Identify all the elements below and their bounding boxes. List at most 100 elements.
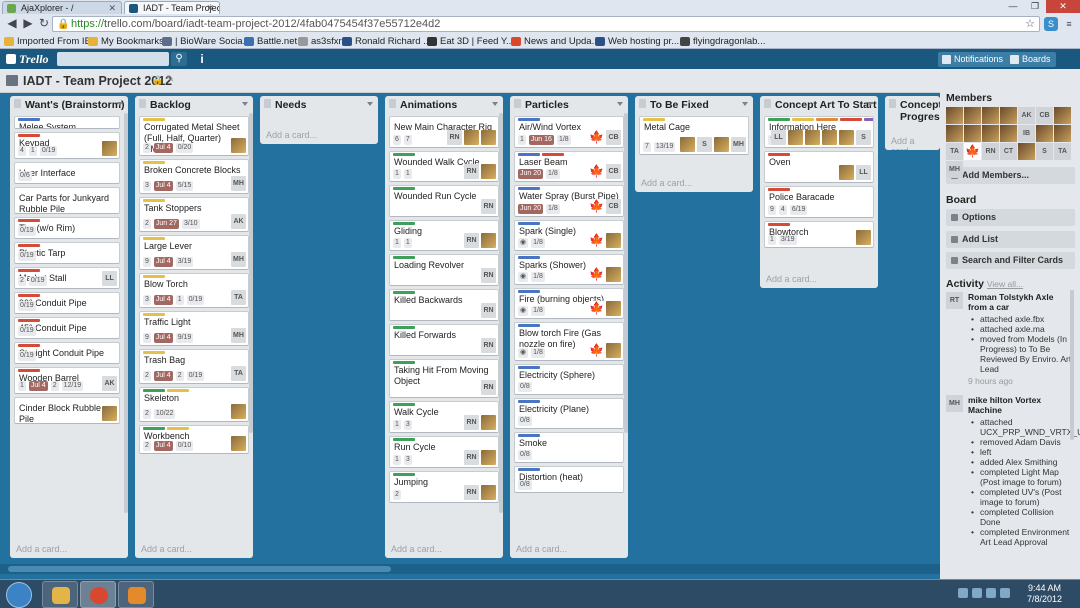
member-initials[interactable]: RN: [481, 338, 496, 353]
member-initials[interactable]: RN: [464, 233, 479, 248]
drag-handle-icon[interactable]: [639, 99, 646, 108]
list-scrollbar[interactable]: [249, 113, 253, 433]
bookmark-item[interactable]: News and Upda...: [511, 34, 600, 49]
member-initials[interactable]: RN: [464, 485, 479, 500]
skype-extension-icon[interactable]: S: [1044, 17, 1058, 31]
list-scrollbar[interactable]: [499, 113, 503, 513]
bookmark-star-icon[interactable]: ☆: [1025, 17, 1035, 31]
member-avatar[interactable]: [481, 164, 496, 179]
member-initials[interactable]: TA: [231, 290, 246, 305]
card[interactable]: Walk Cycle 1 3 RN: [389, 401, 499, 433]
media-taskbar-button[interactable]: [118, 581, 154, 608]
card[interactable]: Information Here✎LLS: [764, 116, 874, 148]
member-avatar[interactable]: [231, 404, 246, 419]
member-initials[interactable]: RN: [464, 164, 479, 179]
member-avatar[interactable]: [946, 125, 963, 142]
member-avatar[interactable]: [606, 301, 621, 316]
member-avatar[interactable]: [481, 485, 496, 500]
list-menu-icon[interactable]: [867, 102, 873, 106]
card[interactable]: Gliding 1 1 RN: [389, 220, 499, 251]
member-initials[interactable]: AK: [102, 376, 117, 391]
member-avatar[interactable]: [606, 343, 621, 358]
card[interactable]: Wounded Run Cycle RN: [389, 185, 499, 217]
close-tab-icon[interactable]: ✕: [206, 2, 214, 14]
member-initials[interactable]: RN: [481, 268, 496, 283]
minimize-icon[interactable]: —: [1002, 0, 1024, 13]
activity-avatar[interactable]: MH: [946, 395, 963, 412]
canada-flag-avatar[interactable]: 🍁: [589, 233, 604, 248]
member-avatar[interactable]: [231, 436, 246, 451]
list-header[interactable]: Concept Progress: [885, 96, 940, 123]
card[interactable]: Workbench 2 Jul 4 0/10: [139, 425, 249, 454]
view-all-link[interactable]: View all...: [987, 279, 1023, 289]
list-menu-icon[interactable]: [742, 102, 748, 106]
member-avatar[interactable]: [1000, 125, 1017, 142]
card[interactable]: Tire (w/o Rim) 0/19: [14, 217, 120, 239]
member-initials[interactable]: CB: [606, 199, 621, 214]
bookmark-item[interactable]: Eat 3D | Feed Y...: [427, 34, 514, 49]
bookmark-item[interactable]: Imported From IE: [4, 34, 91, 49]
canada-flag-avatar[interactable]: 🍁: [589, 301, 604, 316]
card[interactable]: Blow Torch 3 Jul 4 1 0/19 TA: [139, 273, 249, 308]
member-avatar[interactable]: [464, 130, 479, 145]
card[interactable]: Run Cycle 1 3 RN: [389, 436, 499, 468]
card[interactable]: Cinder Block Rubble Pile: [14, 397, 120, 424]
scrollbar-thumb[interactable]: [8, 566, 391, 572]
canada-flag-avatar[interactable]: 🍁: [589, 164, 604, 179]
member-avatar[interactable]: [102, 141, 117, 156]
card[interactable]: Keypad 4 1 0/19: [14, 132, 120, 159]
add-card-link[interactable]: Add a card...: [766, 274, 817, 284]
member-initials[interactable]: RN: [447, 130, 462, 145]
sidebar-scrollbar[interactable]: [1070, 290, 1074, 440]
card[interactable]: Blowtorch 1 3/19: [764, 221, 874, 248]
member-initials[interactable]: TA: [946, 143, 963, 160]
member-avatar[interactable]: [822, 130, 837, 145]
member-initials[interactable]: AK: [1018, 107, 1035, 124]
bookmark-item[interactable]: Battle.net: [244, 34, 297, 49]
close-tab-icon[interactable]: ✕: [108, 2, 116, 14]
list-scrollbar[interactable]: [124, 113, 128, 513]
card[interactable]: Skeleton 2 10/22: [139, 387, 249, 422]
member-avatar[interactable]: [964, 125, 981, 142]
member-initials[interactable]: RN: [481, 303, 496, 318]
add-members-button[interactable]: Add Members...: [946, 167, 1075, 184]
card[interactable]: Car Parts for Junkyard Rubble Pile: [14, 187, 120, 214]
card[interactable]: Wooden Barrel 1 Jul 4 2 12/19 AK: [14, 367, 120, 394]
board-title[interactable]: IADT - Team Project 2012: [23, 74, 172, 88]
options-button[interactable]: Options: [946, 209, 1075, 226]
activity-summary[interactable]: mike hilton Vortex Machine: [968, 395, 1072, 415]
list-header[interactable]: Backlog: [135, 96, 253, 112]
card[interactable]: Laser Beam Jun 20 1/8 🍁 CB: [514, 151, 624, 182]
member-avatar[interactable]: [982, 107, 999, 124]
member-avatar[interactable]: [680, 137, 695, 152]
bookmark-item[interactable]: Ronald Richard ...: [342, 34, 431, 49]
card[interactable]: Wounded Walk Cycle 1 1 RN: [389, 151, 499, 182]
card[interactable]: Metal Cage 7 13/19 S MH: [639, 116, 749, 155]
card[interactable]: 90° Conduit Pipe 0/19: [14, 292, 120, 314]
card[interactable]: Electricity (Sphere) 0/8: [514, 364, 624, 395]
add-card-link[interactable]: Add a card...: [141, 544, 192, 554]
explorer-taskbar-button[interactable]: [42, 581, 78, 608]
reload-icon[interactable]: ↻: [36, 16, 52, 32]
tab-ajaxplorer[interactable]: AjaXplorer - / ✕: [2, 1, 122, 14]
member-initials[interactable]: LL: [771, 130, 786, 145]
card[interactable]: Air/Wind Vortex 1 Jun 16 1/8 🍁 CB: [514, 116, 624, 148]
add-list-button[interactable]: Add List: [946, 231, 1075, 248]
list-header[interactable]: Want's (Brainstorm): [10, 96, 128, 112]
tray-icon[interactable]: [972, 588, 982, 598]
member-avatar[interactable]: [481, 233, 496, 248]
member-initials[interactable]: RN: [481, 199, 496, 214]
card[interactable]: Straight Conduit Pipe 0/19: [14, 342, 120, 364]
tab-trello[interactable]: IADT - Team Project ✕: [124, 1, 220, 14]
bookmark-item[interactable]: My Bookmarks: [88, 34, 164, 49]
member-initials[interactable]: S: [697, 137, 712, 152]
list-header[interactable]: To Be Fixed: [635, 96, 753, 112]
member-avatar[interactable]: [1054, 125, 1071, 142]
card[interactable]: Market Stall20/19LL: [14, 267, 120, 289]
canada-flag-avatar[interactable]: 🍁: [589, 130, 604, 145]
card[interactable]: Fire (burning objects) ◉ 1/8 🍁: [514, 288, 624, 319]
forward-icon[interactable]: ▶: [20, 16, 36, 32]
member-initials[interactable]: MH: [946, 161, 963, 178]
member-initials[interactable]: MH: [231, 176, 246, 191]
canada-flag-avatar[interactable]: 🍁: [589, 267, 604, 282]
